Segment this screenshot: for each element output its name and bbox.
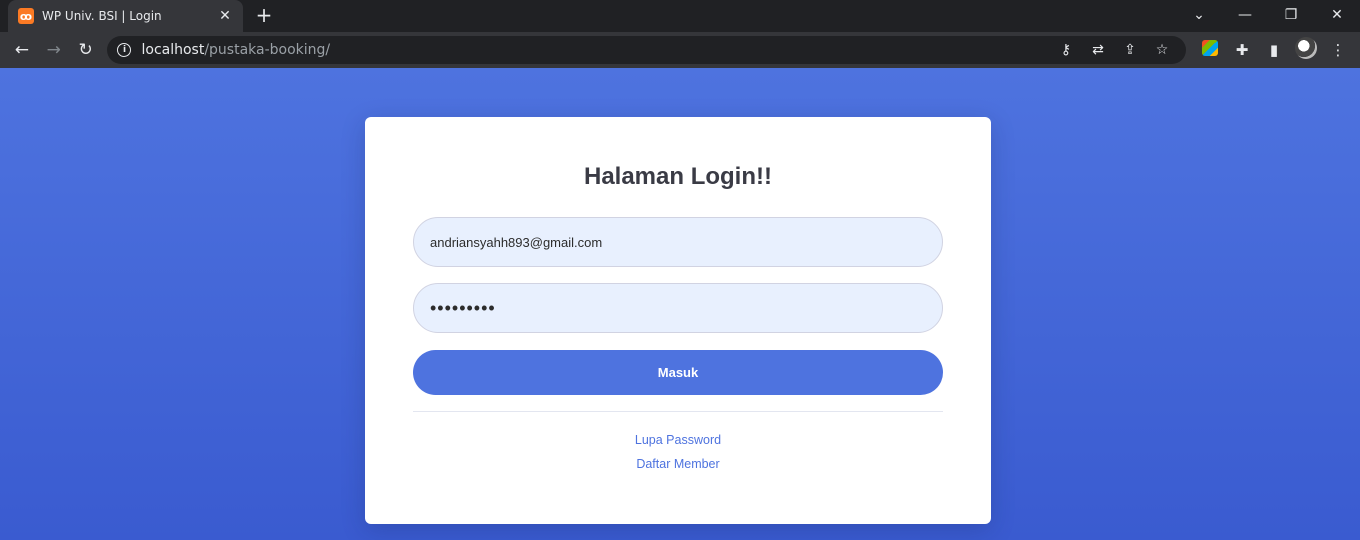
url-host: localhost (141, 42, 205, 58)
translate-icon[interactable]: ⇄ (1082, 42, 1114, 58)
email-field[interactable] (413, 217, 943, 267)
extensions-puzzle-icon[interactable]: ✚ (1226, 41, 1258, 59)
window-controls: ⌄ — ❐ ✕ (1176, 0, 1360, 32)
forgot-password-link[interactable]: Lupa Password (365, 433, 991, 447)
tab-title: WP Univ. BSI | Login (42, 9, 162, 23)
page-viewport: Halaman Login!! Masuk Lupa Password Daft… (0, 68, 1360, 540)
side-panel-icon[interactable]: ▮ (1258, 41, 1290, 59)
bookmark-star-icon[interactable]: ☆ (1146, 42, 1178, 58)
login-card: Halaman Login!! Masuk Lupa Password Daft… (365, 117, 991, 524)
back-button[interactable]: ← (6, 34, 38, 66)
url-text: localhost/pustaka-booking/ (141, 42, 330, 58)
divider (413, 411, 943, 412)
extension-area: ✚ ▮ ⋮ (1194, 37, 1354, 63)
site-info-icon[interactable]: i (117, 43, 132, 57)
forward-button[interactable]: → (38, 34, 70, 66)
extension-icon[interactable] (1194, 40, 1226, 60)
menu-kebab-icon[interactable]: ⋮ (1322, 41, 1354, 59)
page-title: Halaman Login!! (583, 163, 772, 190)
address-bar[interactable]: i localhost/pustaka-booking/ ⚷ ⇄ ⇪ ☆ (107, 36, 1186, 64)
register-member-link[interactable]: Daftar Member (365, 457, 991, 471)
login-button[interactable]: Masuk (413, 350, 943, 395)
omnibox-actions: ⚷ ⇄ ⇪ ☆ (1050, 36, 1178, 64)
close-tab-icon[interactable]: ✕ (217, 8, 233, 24)
new-tab-button[interactable]: + (252, 4, 276, 28)
browser-tab[interactable]: ꝏ WP Univ. BSI | Login ✕ (8, 0, 243, 32)
xampp-icon: ꝏ (18, 8, 34, 24)
reload-button[interactable]: ↻ (70, 34, 102, 66)
profile-avatar[interactable] (1290, 37, 1322, 63)
tab-strip: ꝏ WP Univ. BSI | Login ✕ + ⌄ — ❐ ✕ (0, 0, 1360, 32)
browser-toolbar: ← → ↻ i localhost/pustaka-booking/ ⚷ ⇄ ⇪… (0, 32, 1360, 68)
url-path: /pustaka-booking/ (204, 42, 331, 58)
restore-icon[interactable]: ❐ (1268, 0, 1314, 30)
close-icon[interactable]: ✕ (1314, 0, 1360, 30)
minimize-icon[interactable]: — (1222, 0, 1268, 30)
key-icon[interactable]: ⚷ (1050, 42, 1082, 58)
password-field[interactable] (413, 283, 943, 333)
share-icon[interactable]: ⇪ (1114, 42, 1146, 58)
tab-search-icon[interactable]: ⌄ (1176, 0, 1222, 30)
